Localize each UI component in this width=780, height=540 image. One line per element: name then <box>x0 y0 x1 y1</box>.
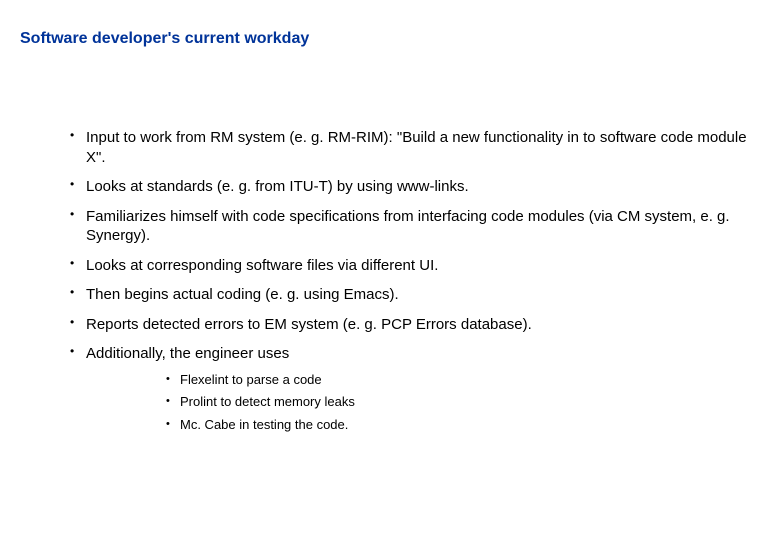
bullet-item-label: Additionally, the engineer uses <box>86 345 289 362</box>
bullet-item: Then begins actual coding (e. g. using E… <box>70 285 760 305</box>
bullet-item: Input to work from RM system (e. g. RM-R… <box>70 128 760 167</box>
slide: Software developer's current workday Inp… <box>0 0 780 540</box>
main-bullet-list: Input to work from RM system (e. g. RM-R… <box>70 128 760 434</box>
bullet-item: Looks at corresponding software files vi… <box>70 256 760 276</box>
bullet-item: Reports detected errors to EM system (e.… <box>70 315 760 335</box>
sub-bullet-item: Flexelint to parse a code <box>166 372 760 389</box>
sub-bullet-item: Prolint to detect memory leaks <box>166 394 760 411</box>
sub-bullet-item: Mc. Cabe in testing the code. <box>166 417 760 434</box>
bullet-item: Additionally, the engineer uses Flexelin… <box>70 344 760 434</box>
bullet-item: Looks at standards (e. g. from ITU-T) by… <box>70 177 760 197</box>
sub-bullet-list: Flexelint to parse a code Prolint to det… <box>166 372 760 435</box>
bullet-item: Familiarizes himself with code specifica… <box>70 207 760 246</box>
slide-title: Software developer's current workday <box>20 30 760 48</box>
